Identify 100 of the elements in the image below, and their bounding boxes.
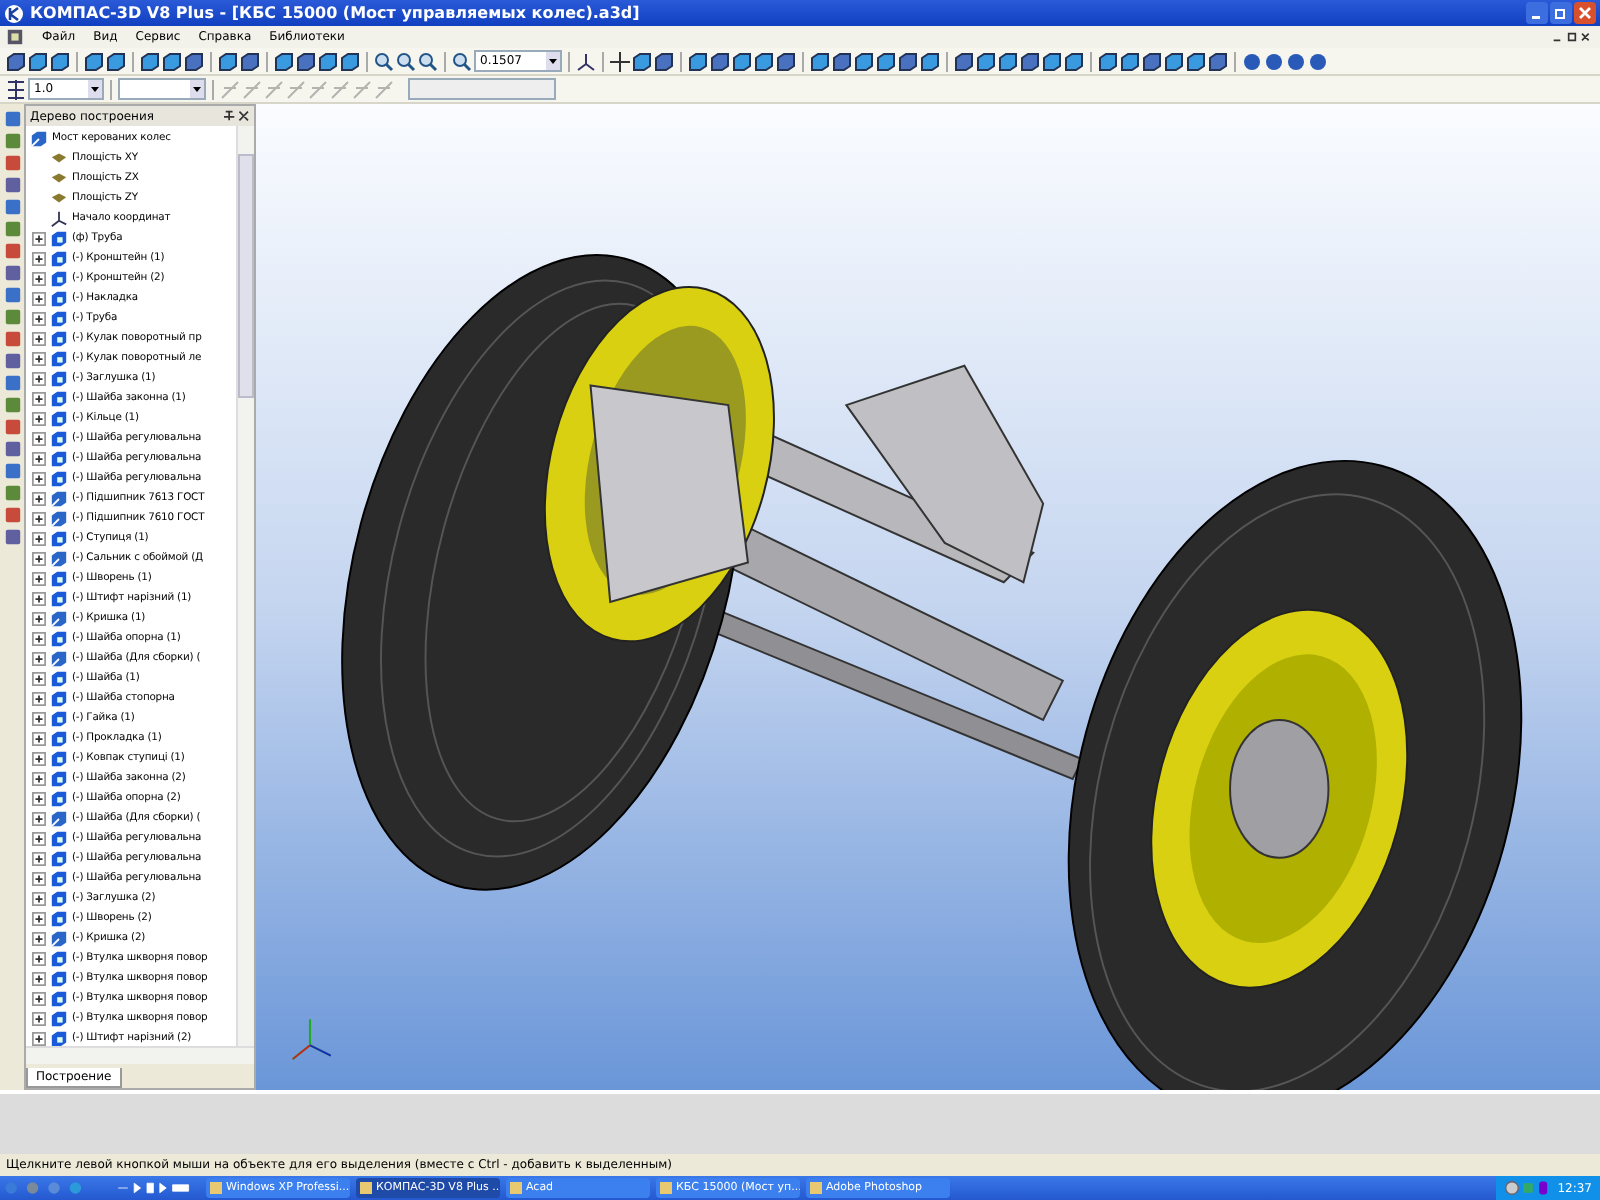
part-icon [50,389,68,407]
close-icon[interactable] [1574,2,1596,24]
grid-step-icon[interactable] [6,79,26,99]
expand-icon[interactable] [32,691,46,705]
assembly-icon [30,129,48,147]
part-icon [50,889,68,907]
expand-icon[interactable] [32,291,46,305]
expand-icon[interactable] [32,931,46,945]
expand-icon[interactable] [32,951,46,965]
expand-icon[interactable] [32,551,46,565]
axes-icon[interactable] [576,51,596,71]
part-icon [50,309,68,327]
expand-icon[interactable] [32,1031,46,1045]
scrollbar[interactable] [26,1046,254,1064]
expand-icon[interactable] [32,571,46,585]
expand-icon[interactable] [32,1011,46,1025]
expand-icon[interactable] [32,371,46,385]
expand-icon[interactable] [32,231,46,245]
expand-icon[interactable] [32,651,46,665]
scrollbar[interactable] [236,126,254,1046]
magnifier-icon[interactable] [418,51,438,71]
restore-icon[interactable] [1550,2,1572,24]
part-icon [50,1029,68,1046]
expand-icon[interactable] [32,891,46,905]
part-icon [50,409,68,427]
part-icon [50,589,68,607]
expand-icon[interactable] [32,711,46,725]
part-icon [50,569,68,587]
expand-icon[interactable] [32,271,46,285]
part-icon [50,429,68,447]
assembly-icon [50,549,68,567]
expand-icon[interactable] [32,991,46,1005]
part-icon [50,269,68,287]
part-icon [50,1009,68,1027]
part-icon [50,249,68,267]
3d-viewport[interactable] [256,104,1600,1090]
expand-icon[interactable] [32,631,46,645]
expand-icon[interactable] [32,531,46,545]
part-icon [50,729,68,747]
magnifier-icon[interactable] [452,51,472,71]
expand-icon[interactable] [32,391,46,405]
document-icon[interactable] [6,28,24,46]
part-icon [50,529,68,547]
part-icon [50,869,68,887]
expand-icon[interactable] [32,471,46,485]
part-icon [50,469,68,487]
window-controls-icon[interactable] [1552,30,1592,44]
expand-icon[interactable] [32,751,46,765]
expand-icon[interactable] [32,331,46,345]
part-icon [50,769,68,787]
axes-icon [50,209,68,227]
part-icon [50,369,68,387]
expand-icon[interactable] [32,451,46,465]
expand-icon[interactable] [32,351,46,365]
assembly-icon [50,609,68,627]
part-icon [50,349,68,367]
tray-icon[interactable] [1503,1180,1552,1196]
app-logo-icon [4,3,24,23]
expand-icon[interactable] [32,511,46,525]
assembly-icon [50,489,68,507]
assembly-icon [50,809,68,827]
style-field[interactable] [118,78,206,100]
part-icon [50,969,68,987]
part-icon [50,289,68,307]
magnifier-icon[interactable] [374,51,394,71]
expand-icon[interactable] [32,771,46,785]
part-icon [50,709,68,727]
part-icon [50,909,68,927]
expand-icon[interactable] [32,911,46,925]
expand-icon[interactable] [32,831,46,845]
expand-icon[interactable] [32,671,46,685]
assembly-icon [50,509,68,527]
expand-icon[interactable] [32,611,46,625]
pin-close-icon[interactable] [222,110,250,122]
expand-icon[interactable] [32,871,46,885]
expand-icon[interactable] [32,251,46,265]
expand-icon[interactable] [32,731,46,745]
part-icon [50,669,68,687]
cross-arrows-icon[interactable] [610,51,630,71]
assembly-icon [50,929,68,947]
expand-icon[interactable] [32,971,46,985]
expand-icon[interactable] [32,431,46,445]
part-icon [50,789,68,807]
part-icon [50,749,68,767]
part-icon [50,229,68,247]
part-icon [50,989,68,1007]
expand-icon[interactable] [32,491,46,505]
expand-icon[interactable] [32,851,46,865]
assembly-icon [50,649,68,667]
expand-icon[interactable] [32,411,46,425]
part-icon [50,449,68,467]
expand-icon[interactable] [32,791,46,805]
expand-icon[interactable] [32,311,46,325]
minimize-icon[interactable] [1526,2,1548,24]
expand-icon[interactable] [32,811,46,825]
expand-icon[interactable] [32,591,46,605]
part-icon [50,949,68,967]
part-icon [50,629,68,647]
part-icon [50,849,68,867]
magnifier-icon[interactable] [396,51,416,71]
